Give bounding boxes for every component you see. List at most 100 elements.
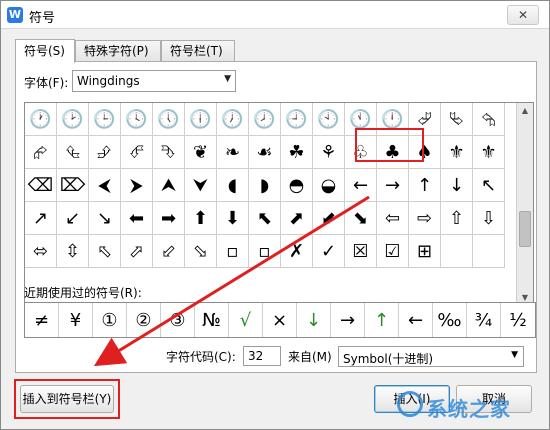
- symbol-cell[interactable]: ⮴: [57, 136, 89, 169]
- symbol-cell[interactable]: ⬀: [121, 235, 153, 268]
- symbol-cell[interactable]: ↗: [25, 202, 57, 235]
- symbol-cell[interactable]: ⬇: [217, 202, 249, 235]
- scroll-up-icon[interactable]: ▲: [517, 103, 533, 119]
- from-label: 来自(M): [288, 350, 332, 364]
- symbol-cell[interactable]: ⬅: [121, 202, 153, 235]
- recent-symbol-cell[interactable]: →: [331, 303, 365, 337]
- symbol-cell[interactable]: ⬃: [153, 235, 185, 268]
- font-select[interactable]: Wingdings ▼: [72, 70, 236, 92]
- symbol-cell[interactable]: ⌫: [25, 169, 57, 202]
- symbol-cell[interactable]: ↖: [473, 169, 505, 202]
- symbol-cell[interactable]: ◖: [217, 169, 249, 202]
- symbol-cell[interactable]: [441, 235, 473, 268]
- symbol-cell[interactable]: ⊞: [409, 235, 441, 268]
- symbol-cell[interactable]: 🕕: [185, 103, 217, 136]
- char-code-input[interactable]: 32: [243, 346, 281, 366]
- symbol-cell[interactable]: ↙: [57, 202, 89, 235]
- symbol-cell[interactable]: ⬆: [185, 202, 217, 235]
- symbol-cell[interactable]: 🕙: [313, 103, 345, 136]
- recent-symbol-cell[interactable]: ←: [399, 303, 433, 337]
- symbol-cell[interactable]: ⮷: [153, 136, 185, 169]
- symbol-cell[interactable]: ⬉: [249, 202, 281, 235]
- symbol-cell[interactable]: ⮲: [473, 103, 505, 136]
- close-button[interactable]: ✕: [507, 5, 539, 25]
- symbol-cell[interactable]: 🕓: [121, 103, 153, 136]
- tab-special-chars[interactable]: 特殊字符(P): [75, 40, 161, 62]
- symbol-cell[interactable]: ⇦: [377, 202, 409, 235]
- symbol-cell[interactable]: ☒: [345, 235, 377, 268]
- recent-symbol-cell[interactable]: ↓: [297, 303, 331, 337]
- symbol-cell[interactable]: 🕖: [217, 103, 249, 136]
- recent-symbol-cell[interactable]: ③: [161, 303, 195, 337]
- recent-symbol-cell[interactable]: №: [195, 303, 229, 337]
- symbol-cell[interactable]: ✓: [313, 235, 345, 268]
- symbol-cell[interactable]: ☙: [249, 136, 281, 169]
- recent-symbol-cell[interactable]: ②: [127, 303, 161, 337]
- symbol-cell[interactable]: ⬊: [345, 202, 377, 235]
- symbol-cell[interactable]: ✗: [281, 235, 313, 268]
- symbol-cell[interactable]: ❦: [185, 136, 217, 169]
- tab-symbol-bar[interactable]: 符号栏(T): [161, 40, 235, 62]
- symbol-cell[interactable]: 🕘: [281, 103, 313, 136]
- scroll-thumb[interactable]: [519, 211, 531, 247]
- symbol-cell[interactable]: ⮱: [441, 103, 473, 136]
- font-label: 字体(F):: [24, 76, 69, 90]
- symbol-cell[interactable]: ☘: [281, 136, 313, 169]
- symbol-cell[interactable]: ⬁: [89, 235, 121, 268]
- symbol-cell[interactable]: 🕐: [25, 103, 57, 136]
- symbol-cell[interactable]: ⚜: [473, 136, 505, 169]
- symbol-cell[interactable]: ↑: [409, 169, 441, 202]
- recent-symbol-cell[interactable]: ‰: [433, 303, 467, 337]
- symbol-cell[interactable]: ❧: [217, 136, 249, 169]
- symbol-cell[interactable]: ⮞: [121, 169, 153, 202]
- symbol-cell[interactable]: ←: [345, 169, 377, 202]
- recent-symbol-cell[interactable]: ½: [501, 303, 535, 337]
- symbol-cell[interactable]: ⬈: [281, 202, 313, 235]
- symbol-cell[interactable]: ⬂: [185, 235, 217, 268]
- symbol-cell[interactable]: ➡: [153, 202, 185, 235]
- symbols-panel: 字体(F): Wingdings ▼ 🕐 🕑 🕒 🕓 🕔 🕕 🕖 🕗 🕘 🕙 🕚 🕛 ⮰ ⮱ ⮲ ⮳ ⮴ ⮵ ⮶ ⮷ ❦…: [15, 61, 537, 373]
- symbol-cell[interactable]: ▫: [249, 235, 281, 268]
- symbol-cell[interactable]: 🕔: [153, 103, 185, 136]
- watermark-text: 系统之家: [427, 397, 511, 421]
- symbol-cell[interactable]: ⇳: [57, 235, 89, 268]
- symbol-cell[interactable]: ◗: [249, 169, 281, 202]
- symbol-cell[interactable]: ◓: [281, 169, 313, 202]
- symbol-cell[interactable]: ⮟: [185, 169, 217, 202]
- symbol-cell[interactable]: →: [377, 169, 409, 202]
- symbol-cell[interactable]: ▫: [217, 235, 249, 268]
- symbol-cell[interactable]: ☑: [377, 235, 409, 268]
- symbol-cell[interactable]: ⇨: [409, 202, 441, 235]
- symbol-cell[interactable]: ⮵: [89, 136, 121, 169]
- recent-symbols-label: 近期使用过的符号(R):: [24, 286, 142, 300]
- symbol-cell[interactable]: 🕗: [249, 103, 281, 136]
- symbol-cell[interactable]: 🕒: [89, 103, 121, 136]
- recent-symbol-cell[interactable]: ①: [93, 303, 127, 337]
- symbol-cell[interactable]: ↓: [441, 169, 473, 202]
- symbol-cell[interactable]: ⮶: [121, 136, 153, 169]
- symbol-cell[interactable]: ⮜: [89, 169, 121, 202]
- tab-symbols[interactable]: 符号(S): [15, 39, 75, 63]
- recent-symbol-cell[interactable]: ¾: [467, 303, 501, 337]
- symbol-cell[interactable]: ⮝: [153, 169, 185, 202]
- symbol-grid: 🕐 🕑 🕒 🕓 🕔 🕕 🕖 🕗 🕘 🕙 🕚 🕛 ⮰ ⮱ ⮲ ⮳ ⮴ ⮵ ⮶ ⮷ ❦ ❧ ☙ ☘ ⚘ ♧ ♣ ♠ ⚜ ⚜ ⌫ ⌦ ⮜ ⮞ ⮝ ⮟ ◖ ◗ ◓ ◒…: [25, 103, 505, 268]
- symbol-cell[interactable]: ⚘: [313, 136, 345, 169]
- grid-scrollbar[interactable]: ▲ ▼: [516, 103, 533, 306]
- symbol-cell[interactable]: ⇩: [473, 202, 505, 235]
- recent-symbol-cell[interactable]: ↑: [365, 303, 399, 337]
- recent-symbol-cell[interactable]: ×: [263, 303, 297, 337]
- symbol-cell[interactable]: [473, 235, 505, 268]
- symbol-cell[interactable]: ⚜: [441, 136, 473, 169]
- recent-symbol-cell[interactable]: ¥: [59, 303, 93, 337]
- symbol-cell[interactable]: 🕑: [57, 103, 89, 136]
- recent-symbol-cell[interactable]: ≠: [25, 303, 59, 337]
- symbol-cell[interactable]: ◒: [313, 169, 345, 202]
- symbol-cell[interactable]: ⌦: [57, 169, 89, 202]
- symbol-cell[interactable]: ⬄: [25, 235, 57, 268]
- symbol-cell[interactable]: ⮳: [25, 136, 57, 169]
- symbol-cell[interactable]: ⇧: [441, 202, 473, 235]
- from-select[interactable]: Symbol(十进制) ▼: [338, 346, 524, 367]
- recent-symbol-cell[interactable]: √: [229, 303, 263, 337]
- symbol-cell[interactable]: ↘: [89, 202, 121, 235]
- symbol-cell[interactable]: ⬋: [313, 202, 345, 235]
